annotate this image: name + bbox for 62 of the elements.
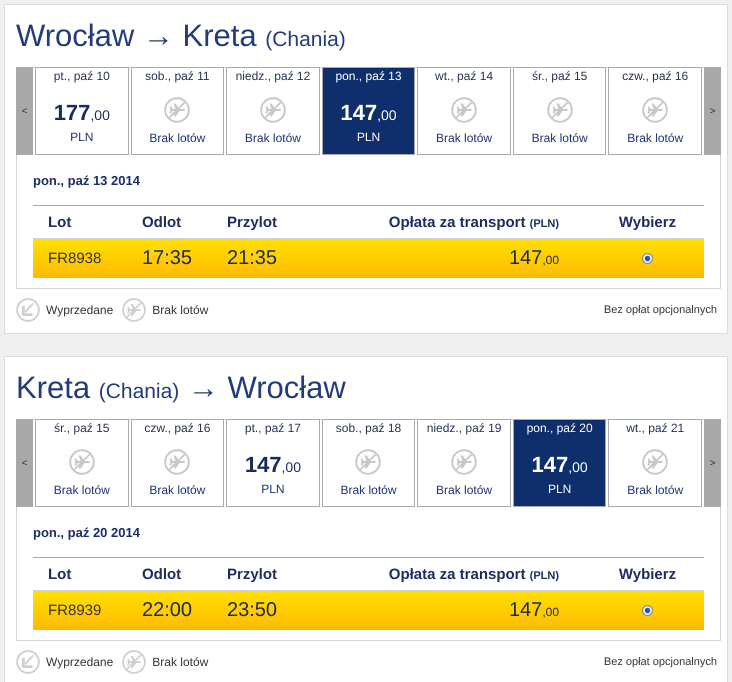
crossed-plane-icon [164, 97, 190, 123]
next-button[interactable]: > [704, 419, 721, 507]
crossed-plane-icon [68, 449, 95, 475]
legend-label: Wyprzedane [46, 655, 114, 669]
crossed-plane-icon [355, 449, 382, 475]
column-header: Odlot [142, 566, 182, 582]
date-tab[interactable]: pt., paź 17 147,00 PLN [226, 419, 320, 507]
prev-button[interactable]: < [16, 67, 33, 155]
crossed-plane-icon [122, 298, 146, 322]
flight-row[interactable]: FR8939 22:00 23:50 147,00 [33, 591, 704, 630]
crossed-plane-icon [546, 97, 573, 123]
date-tab[interactable]: pon., paź 13 147,00 PLN [322, 67, 416, 155]
selected-date-heading: pon., paź 13 2014 [33, 173, 140, 189]
date-tab[interactable]: śr., paź 15 Brak lotów [35, 419, 129, 507]
crossed-plane-icon [451, 449, 478, 475]
column-header: Lot [48, 566, 72, 582]
date-tab[interactable]: śr., paź 15 Brak lotów [512, 67, 606, 155]
column-header: Wybierz [618, 214, 676, 230]
departure-time: 17:35 [142, 247, 192, 270]
date-tab[interactable]: sob., paź 11 Brak lotów [130, 67, 224, 155]
crossed-plane-icon [260, 97, 286, 123]
crossed-plane-icon [122, 650, 146, 674]
selected-date-heading: pon., paź 20 2014 [33, 525, 140, 541]
price-text: 147,00 [508, 599, 559, 622]
route-title: Kreta (Chania) → Wrocław [16, 370, 346, 407]
date-tab[interactable]: pt., paź 10 177,00 PLN [35, 67, 129, 155]
legend-label: Wyprzedane [46, 303, 114, 317]
column-header: Lot [48, 214, 72, 230]
price-text: 147,00 [508, 247, 559, 270]
crossed-plane-icon [451, 97, 478, 123]
radio-button[interactable] [642, 605, 653, 616]
date-tab[interactable]: wt., paź 14 Brak lotów [417, 67, 511, 155]
date-tab[interactable]: wt., paź 21 Brak lotów [608, 419, 702, 507]
next-button[interactable]: > [704, 67, 721, 155]
fees-note: Bez opłat opcjonalnych [604, 656, 717, 668]
date-tab[interactable]: niedz., paź 12 Brak lotów [226, 67, 320, 155]
prev-button[interactable]: < [16, 419, 33, 507]
column-header: Opłata za transport (PLN) [388, 214, 559, 230]
flight-row[interactable]: FR8938 17:35 21:35 147,00 [33, 239, 704, 278]
legend-label: Brak lotów [152, 655, 208, 669]
arrival-time: 23:50 [227, 599, 278, 622]
column-header: Przylot [227, 566, 278, 582]
column-header: Wybierz [618, 566, 676, 582]
crossed-plane-icon [164, 449, 190, 475]
date-tab[interactable]: pon., paź 20 147,00 PLN [512, 419, 606, 507]
column-header: Przylot [227, 214, 278, 230]
column-header: Odlot [142, 214, 182, 230]
date-tab[interactable]: niedz., paź 19 Brak lotów [417, 419, 511, 507]
flight-number: FR8938 [48, 250, 102, 267]
date-tab[interactable]: czw., paź 16 Brak lotów [608, 67, 702, 155]
date-tab[interactable]: czw., paź 16 Brak lotów [130, 419, 224, 507]
crossed-plane-icon [642, 97, 668, 123]
departure-time: 22:00 [142, 599, 192, 622]
legend-label: Brak lotów [152, 303, 208, 317]
route-title: Wrocław → Kreta (Chania) [16, 18, 346, 55]
column-header: Opłata za transport (PLN) [388, 566, 559, 582]
fees-note: Bez opłat opcjonalnych [604, 304, 717, 316]
date-tab[interactable]: sob., paź 18 Brak lotów [322, 419, 416, 507]
flight-number: FR8939 [48, 602, 102, 619]
radio-button[interactable] [642, 253, 653, 264]
crossed-plane-icon [642, 449, 668, 475]
arrival-time: 21:35 [227, 247, 278, 270]
